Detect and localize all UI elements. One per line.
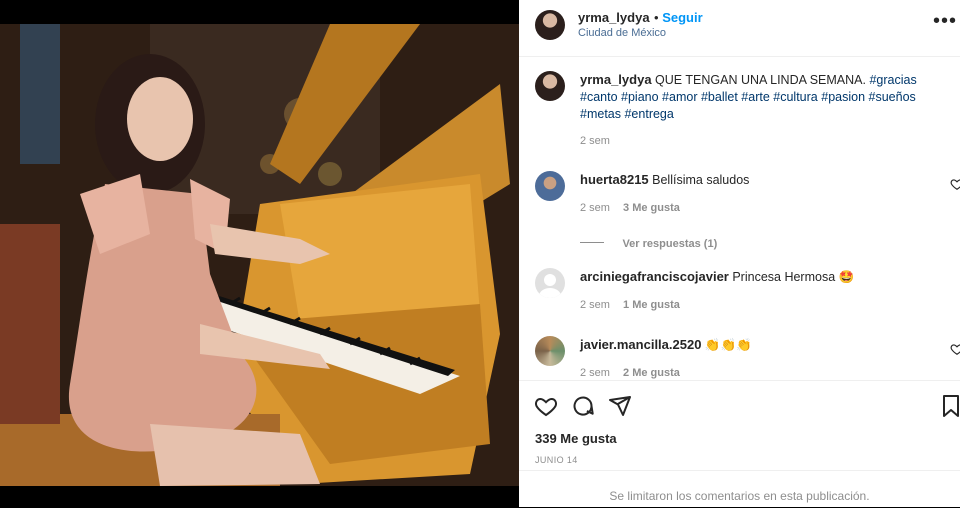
comment-text: 👏👏👏 [704, 338, 752, 352]
hashtag[interactable]: #sueños [869, 90, 916, 104]
comment-like-icon[interactable] [950, 177, 960, 191]
comment-time[interactable]: 2 sem [580, 367, 610, 379]
comment-likes[interactable]: 1 Me gusta [623, 299, 680, 311]
caption-time[interactable]: 2 sem [580, 135, 610, 147]
hashtag[interactable]: #arte [741, 90, 770, 104]
hashtag[interactable]: #piano [621, 90, 659, 104]
separator-dot: • [654, 10, 663, 25]
hashtag[interactable]: #gracias [869, 73, 916, 87]
comment-likes[interactable]: 3 Me gusta [623, 202, 680, 214]
comment-avatar[interactable] [535, 171, 565, 201]
save-bookmark-icon[interactable] [941, 394, 960, 418]
follow-button[interactable]: Seguir [662, 10, 702, 25]
comment-username[interactable]: huerta8215 [580, 172, 649, 187]
photo-illustration [0, 24, 519, 486]
comment-avatar[interactable] [535, 336, 565, 366]
post-date: JUNIO 14 [535, 455, 578, 465]
comment-time[interactable]: 2 sem [580, 202, 610, 214]
comment-username[interactable]: javier.mancilla.2520 [580, 337, 701, 352]
like-heart-icon[interactable] [534, 394, 558, 418]
comment-icon[interactable] [571, 394, 595, 418]
more-options-icon[interactable]: ••• [933, 10, 957, 33]
post-details-panel: yrma_lydya • Seguir Ciudad de México •••… [519, 0, 960, 507]
hashtag[interactable]: #cultura [773, 90, 817, 104]
share-icon[interactable] [608, 394, 632, 418]
post-photo[interactable] [0, 24, 519, 486]
comment-avatar[interactable] [535, 268, 565, 298]
caption-avatar[interactable] [535, 71, 565, 101]
comment-time[interactable]: 2 sem [580, 299, 610, 311]
post-header: yrma_lydya • Seguir Ciudad de México ••• [519, 0, 960, 57]
likes-count[interactable]: 339 Me gusta [535, 431, 617, 446]
comment-item: huerta8215 Bellísima saludos 2 sem 3 Me … [535, 171, 960, 251]
caption-username[interactable]: yrma_lydya [580, 72, 652, 87]
owner-avatar[interactable] [535, 10, 565, 40]
comment-item: arciniegafranciscojavier Princesa Hermos… [535, 268, 960, 318]
comment-likes[interactable]: 2 Me gusta [623, 367, 680, 379]
comment-like-icon[interactable] [950, 342, 960, 356]
view-replies-link[interactable]: Ver respuestas (1) [622, 238, 717, 250]
replies-line [580, 242, 604, 244]
comment-item: javier.mancilla.2520 👏👏👏 2 sem 2 Me gust… [535, 336, 960, 379]
hashtag[interactable]: #entrega [624, 107, 673, 121]
comments-list[interactable]: yrma_lydya QUE TENGAN UNA LINDA SEMANA. … [519, 57, 960, 379]
post-media-pane [0, 0, 519, 507]
hashtag[interactable]: #pasion [821, 90, 865, 104]
hashtag[interactable]: #amor [662, 90, 697, 104]
hashtag[interactable]: #metas [580, 107, 621, 121]
comment-text: Princesa Hermosa 🤩 [732, 270, 855, 284]
comments-limited-text: Se limitaron los comentarios en esta pub… [609, 489, 870, 503]
hashtag[interactable]: #ballet [701, 90, 738, 104]
owner-username[interactable]: yrma_lydya [578, 10, 650, 25]
caption-text: QUE TENGAN UNA LINDA SEMANA. [655, 73, 866, 87]
comment-text: Bellísima saludos [652, 173, 750, 187]
comment-username[interactable]: arciniegafranciscojavier [580, 269, 729, 284]
comments-limited-notice: Se limitaron los comentarios en esta pub… [519, 470, 960, 508]
post-location[interactable]: Ciudad de México [578, 27, 666, 39]
hashtag[interactable]: #canto [580, 90, 618, 104]
